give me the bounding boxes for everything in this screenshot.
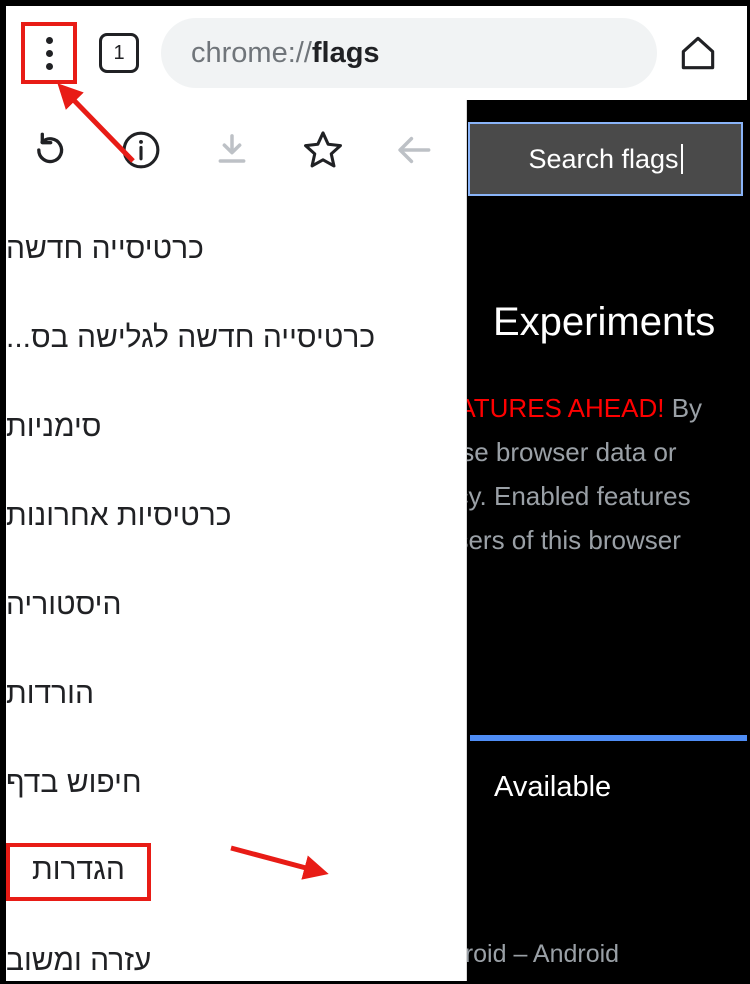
chrome-main-menu: כרטיסייה חדשה כרטיסייה חדשה לגלישה בס...… xyxy=(6,100,467,981)
menu-item-new-incognito-tab[interactable]: כרטיסייה חדשה לגלישה בס... xyxy=(6,293,466,382)
warning-line-1: EATURES AHEAD! By xyxy=(467,386,747,430)
menu-item-label: עזרה ומשוב xyxy=(6,943,152,977)
tab-count-label: 1 xyxy=(113,41,125,64)
url-suffix: flags xyxy=(311,36,380,69)
text-caret xyxy=(680,144,683,174)
warning-line-1-rest: By xyxy=(664,393,703,423)
warning-red-text: EATURES AHEAD! xyxy=(467,393,665,423)
menu-item-find-in-page[interactable]: חיפוש בדף xyxy=(6,738,466,827)
menu-item-label: הגדרות xyxy=(6,842,151,901)
tab-switcher-button[interactable]: 1 xyxy=(99,33,139,73)
flag-platform-label: ndroid – Android xyxy=(467,940,620,968)
search-flags-input[interactable]: Search flags xyxy=(468,122,743,196)
menu-item-downloads[interactable]: הורדות xyxy=(6,649,466,738)
url-text: chrome://flags xyxy=(191,37,380,70)
menu-item-new-tab[interactable]: כרטיסייה חדשה xyxy=(6,204,466,293)
menu-item-label: כרטיסייה חדשה xyxy=(6,231,204,265)
menu-item-label: סימניות xyxy=(6,409,102,443)
menu-item-label: חיפוש בדף xyxy=(6,765,142,799)
tab-available[interactable]: Available xyxy=(467,752,747,822)
dot-2 xyxy=(45,49,53,57)
warning-line-4: users of this browser xyxy=(467,525,681,555)
search-flags-value: Search flags xyxy=(528,143,679,174)
bookmark-star-icon[interactable] xyxy=(295,122,351,178)
page-title: Experiments xyxy=(493,300,716,344)
browser-screenshot: 1 chrome://flags Search flags Experiment… xyxy=(0,0,750,984)
warning-line-2: lose browser data or xyxy=(467,437,677,467)
menu-item-label: הורדות xyxy=(6,676,94,710)
flags-warning-text: EATURES AHEAD! By lose browser data or a… xyxy=(467,386,747,562)
menu-item-label: כרטיסייה חדשה לגלישה בס... xyxy=(6,320,376,354)
menu-item-settings[interactable]: הגדרות xyxy=(6,827,466,916)
browser-toolbar: 1 chrome://flags xyxy=(6,6,747,100)
dot-3 xyxy=(45,62,53,70)
reload-icon[interactable] xyxy=(22,122,78,178)
menu-item-recent-tabs[interactable]: כרטיסיות אחרונות xyxy=(6,471,466,560)
menu-item-label: היסטוריה xyxy=(6,587,122,621)
tab-active-indicator xyxy=(470,735,747,741)
url-prefix: chrome:// xyxy=(191,36,312,69)
menu-item-history[interactable]: היסטוריה xyxy=(6,560,466,649)
warning-line-3: acy. Enabled features xyxy=(467,481,691,511)
three-dots-menu-button[interactable] xyxy=(21,22,77,84)
menu-item-label: כרטיסיות אחרונות xyxy=(6,498,232,532)
menu-quick-actions-row xyxy=(6,100,466,200)
menu-item-list: כרטיסייה חדשה כרטיסייה חדשה לגלישה בס...… xyxy=(6,200,466,981)
menu-item-help-and-feedback[interactable]: עזרה ומשוב xyxy=(6,916,466,981)
url-bar[interactable]: chrome://flags xyxy=(161,18,657,88)
home-icon[interactable] xyxy=(675,30,721,76)
dot-1 xyxy=(45,36,53,44)
chrome-flags-page: Search flags Experiments EATURES AHEAD! … xyxy=(467,100,747,981)
page-info-icon[interactable] xyxy=(113,122,169,178)
download-icon xyxy=(204,122,260,178)
flags-tabbar: Available xyxy=(467,752,747,822)
back-arrow-icon xyxy=(386,122,442,178)
menu-item-bookmarks[interactable]: סימניות xyxy=(6,382,466,471)
